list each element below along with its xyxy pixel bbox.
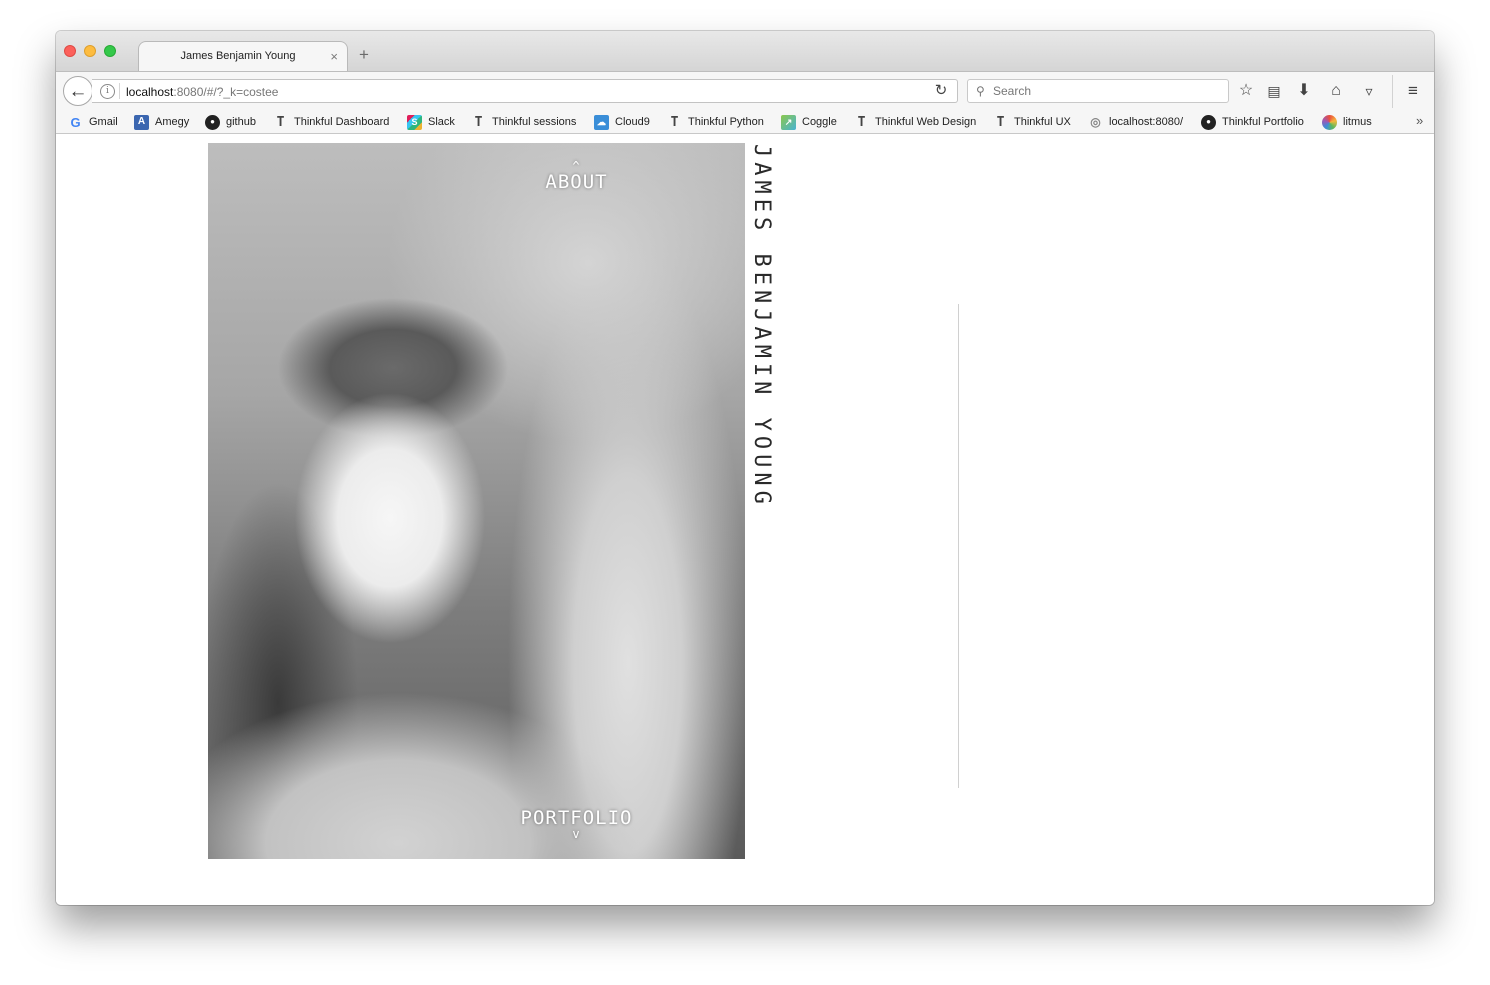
bookmark-cloud9[interactable]: ☁ Cloud9 [594, 113, 650, 131]
window-close-button[interactable] [64, 45, 76, 57]
url-path: :8080/#/?_k=costee [173, 85, 279, 99]
reload-icon: ↻ [934, 82, 948, 99]
site-name-vertical: JAMES BENJAMIN YOUNG [749, 144, 774, 509]
bookmark-label: litmus [1343, 116, 1372, 128]
profile-photo: ^ ABOUT PORTFOLIO v [208, 143, 745, 859]
bookmark-thinkful-sessions[interactable]: T Thinkful sessions [471, 113, 577, 131]
arrow-left-icon: ← [68, 80, 88, 102]
globe-icon: ◎ [1090, 115, 1101, 129]
bookmark-litmus[interactable]: litmus [1322, 113, 1372, 131]
window-minimize-button[interactable] [84, 45, 96, 57]
bookmark-thinkful-portfolio[interactable]: ● Thinkful Portfolio [1201, 113, 1304, 131]
caret-up-icon: ^ [572, 159, 581, 173]
bookmark-github[interactable]: ● github [205, 113, 256, 131]
magnifier-icon: ⚲ [976, 84, 985, 98]
bookmark-thinkful-python[interactable]: T Thinkful Python [667, 113, 764, 131]
reload-button[interactable]: ↻ [924, 78, 958, 102]
tab-title: James Benjamin Young [180, 50, 296, 62]
home-icon[interactable]: ⌂ [1325, 81, 1347, 101]
github-icon: ● [205, 114, 220, 130]
thinkful-icon: T [996, 114, 1005, 130]
window-maximize-button[interactable] [104, 45, 116, 57]
google-icon: G [70, 114, 81, 130]
url-text[interactable]: localhost:8080/#/?_k=costee [126, 85, 278, 99]
portfolio-link[interactable]: PORTFOLIO v [208, 807, 745, 841]
caret-down-icon: v [572, 827, 581, 841]
cloud9-icon: ☁ [594, 114, 609, 130]
tab-james-benjamin-young[interactable]: James Benjamin Young × [138, 41, 348, 71]
tab-close-icon[interactable]: × [330, 49, 338, 64]
bookmark-label: Thinkful Portfolio [1222, 116, 1304, 128]
bookmark-slack[interactable]: S Slack [407, 113, 455, 131]
thinkful-icon: T [670, 114, 679, 130]
bookmark-label: Thinkful Dashboard [294, 116, 390, 128]
thinkful-icon: T [276, 114, 285, 130]
litmus-icon [1322, 114, 1337, 130]
bookmark-label: Amegy [155, 116, 190, 128]
bookmarks-toolbar: G Gmail A Amegy ● github T Thinkful Dashboar… [56, 110, 1434, 134]
bookmark-thinkful-dashboard[interactable]: T Thinkful Dashboard [273, 113, 390, 131]
back-button[interactable]: ← [63, 76, 93, 106]
download-icon[interactable]: ⬇ [1293, 81, 1315, 101]
coggle-icon: ↗ [781, 114, 796, 130]
about-label: ABOUT [545, 171, 608, 193]
thinkful-icon: T [857, 114, 866, 130]
search-input[interactable] [993, 82, 1213, 100]
bookmark-coggle[interactable]: ↗ Coggle [781, 113, 837, 131]
toolbar-separator [1392, 75, 1393, 108]
address-bar[interactable]: i localhost:8080/#/?_k=costee [92, 79, 958, 103]
github-icon: ● [1201, 114, 1216, 130]
vertical-divider [958, 304, 959, 788]
hamburger-icon[interactable]: ≡ [1402, 81, 1424, 101]
amegy-icon: A [134, 114, 149, 130]
bookmark-label: github [226, 116, 256, 128]
bookmark-label: Thinkful sessions [492, 116, 577, 128]
bookmark-label: Slack [428, 116, 455, 128]
info-icon[interactable]: i [100, 84, 115, 99]
bookmark-thinkful-web-design[interactable]: T Thinkful Web Design [854, 113, 977, 131]
bookmark-label: Thinkful Python [688, 116, 764, 128]
bookmark-label: Thinkful Web Design [875, 116, 977, 128]
browser-window: James Benjamin Young × + ← i localhost:8… [56, 31, 1434, 905]
slack-icon: S [407, 114, 422, 130]
bookmark-label: Cloud9 [615, 116, 650, 128]
bookmark-localhost[interactable]: ◎ localhost:8080/ [1088, 113, 1183, 131]
url-host: localhost [126, 85, 174, 99]
clipboard-icon[interactable]: ▤ [1263, 81, 1285, 101]
bookmarks-overflow-chevron-icon[interactable]: » [1416, 113, 1423, 128]
thinkful-icon: T [474, 114, 483, 130]
search-bar[interactable]: ⚲ [967, 79, 1229, 103]
page-content: ^ ABOUT PORTFOLIO v JAMES BENJAMIN YOUNG [56, 134, 1434, 905]
tab-strip: James Benjamin Young × + [56, 31, 1434, 71]
star-icon[interactable]: ☆ [1235, 81, 1257, 101]
bookmark-thinkful-ux[interactable]: T Thinkful UX [993, 113, 1071, 131]
bookmark-label: Thinkful UX [1014, 116, 1071, 128]
portfolio-label: PORTFOLIO [520, 807, 633, 829]
pocket-icon[interactable]: ▿ [1358, 81, 1380, 101]
about-link[interactable]: ^ ABOUT [208, 159, 745, 193]
bookmark-label: localhost:8080/ [1109, 116, 1183, 128]
bookmark-gmail[interactable]: G Gmail [68, 113, 118, 131]
bookmark-label: Coggle [802, 116, 837, 128]
url-separator [119, 83, 120, 99]
new-tab-button[interactable]: + [359, 46, 369, 63]
navigation-toolbar: ← i localhost:8080/#/?_k=costee ⚲ ☆ ▤ ⬇ … [56, 71, 1434, 110]
bookmark-label: Gmail [89, 116, 118, 128]
bookmark-amegy[interactable]: A Amegy [134, 113, 189, 131]
